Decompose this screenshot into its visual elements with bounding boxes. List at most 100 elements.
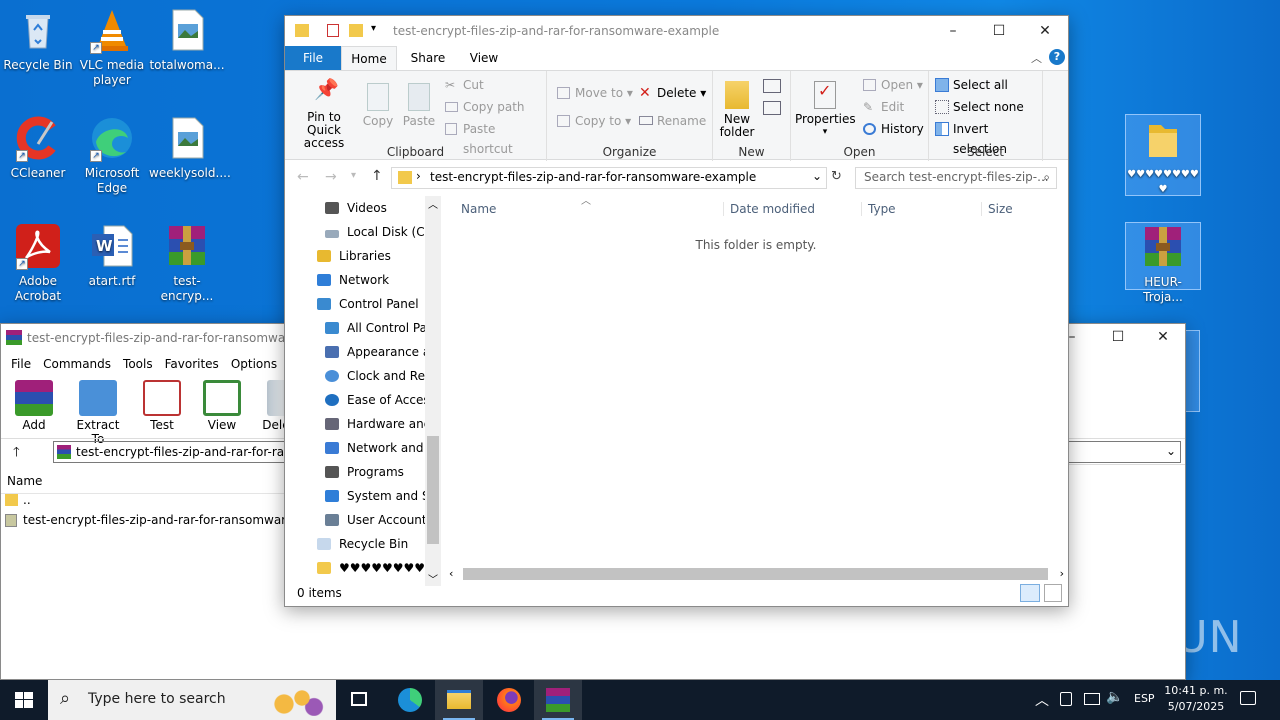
list-item[interactable]: test-encrypt-files-zip-and-rar-for-ranso… [5, 510, 312, 530]
extract-to-button[interactable]: Extract To [71, 376, 125, 446]
nav-item-all-control-panel[interactable]: All Control Par [325, 316, 425, 340]
new-folder-button[interactable]: New folder [715, 81, 759, 139]
desktop-icon-weeklysold[interactable]: weeklysold.... [149, 114, 231, 181]
task-view-button[interactable] [336, 680, 384, 720]
copy-button[interactable]: Copy [361, 83, 395, 128]
scroll-left-icon[interactable]: ‹ [449, 567, 453, 580]
nav-item-control-panel[interactable]: Control Panel [317, 292, 419, 316]
new-folder-quick-icon[interactable] [349, 24, 363, 37]
explorer-titlebar[interactable]: ▾ test-encrypt-files-zip-and-rar-for-ran… [285, 16, 1068, 46]
explorer-window[interactable]: ▾ test-encrypt-files-zip-and-rar-for-ran… [284, 15, 1069, 607]
copy-path-button[interactable]: Copy path [445, 97, 525, 117]
invert-selection-button[interactable]: Invert selection [935, 119, 1042, 156]
file-list[interactable]: ︿ Name Date modified Type Size This fold… [441, 196, 1068, 586]
column-header-name[interactable]: Name [461, 202, 496, 216]
address-field[interactable]: › test-encrypt-files-zip-and-rar-for-ran… [391, 167, 827, 189]
paste-shortcut-button[interactable]: Paste shortcut [445, 119, 546, 156]
recent-locations-icon[interactable]: ▾ [351, 170, 356, 181]
taskbar-winrar[interactable] [534, 680, 582, 720]
test-button[interactable]: Test [139, 376, 185, 434]
desktop-icon-heur-trojan[interactable]: HEUR-Troja... [1125, 222, 1201, 304]
address-dropdown-icon[interactable]: ⌄ [812, 169, 822, 183]
start-button[interactable] [0, 680, 48, 720]
pin-quick-access-button[interactable]: 📌 Pin to Quick access [289, 79, 359, 150]
nav-item-hearts-folder[interactable]: ♥♥♥♥♥♥♥♥♥ [317, 556, 436, 580]
column-header-type[interactable]: Type [861, 202, 896, 216]
tab-view[interactable]: View [457, 46, 511, 70]
open-button[interactable]: Open ▾ [863, 75, 923, 95]
column-name[interactable]: Name [7, 474, 42, 488]
chevron-down-icon[interactable]: ⌄ [1166, 444, 1176, 458]
desktop-icon-edge[interactable]: ↗ Microsoft Edge [74, 114, 150, 196]
scroll-up-icon[interactable]: ︿ [428, 196, 438, 211]
desktop-icon-vlc[interactable]: ↗ VLC media player [74, 6, 150, 88]
cut-button[interactable]: ✂ Cut [445, 75, 484, 95]
edit-button[interactable]: ✎ Edit [863, 97, 904, 117]
select-all-button[interactable]: Select all [935, 75, 1008, 95]
desktop-icon-acrobat[interactable]: ↗ Adobe Acrobat [0, 222, 76, 304]
view-button[interactable]: View [199, 376, 245, 434]
up-arrow-icon[interactable]: ↑ [371, 168, 383, 184]
nav-item-ease-of-access[interactable]: Ease of Access [325, 388, 425, 412]
collapse-ribbon-icon[interactable]: ︿ [1031, 50, 1042, 66]
history-button[interactable]: History [863, 119, 924, 139]
list-item[interactable]: .. [5, 490, 31, 510]
nav-item-hardware[interactable]: Hardware and [325, 412, 425, 436]
tab-home[interactable]: Home [341, 46, 397, 70]
nav-item-clock-region[interactable]: Clock and Regi [325, 364, 425, 388]
desktop-icon-hearts-folder[interactable]: ♥♥♥♥♥♥♥♥♥ [1125, 114, 1201, 196]
maximize-icon[interactable]: ☐ [976, 16, 1022, 46]
taskbar-edge[interactable] [386, 680, 434, 720]
nav-item-network-internet[interactable]: Network and In [325, 436, 425, 460]
forward-arrow-icon[interactable]: → [325, 169, 337, 185]
maximize-icon[interactable]: ☐ [1095, 324, 1141, 352]
show-hidden-icons-chevron-icon[interactable]: ︿ [1035, 690, 1049, 710]
nav-item-recycle-bin[interactable]: Recycle Bin [317, 532, 408, 556]
refresh-icon[interactable]: ↻ [831, 169, 842, 184]
taskbar-firefox[interactable] [485, 680, 533, 720]
nav-item-local-disk[interactable]: Local Disk (C:) [325, 220, 433, 244]
input-language[interactable]: ESP [1134, 692, 1155, 705]
tab-share[interactable]: Share [401, 46, 455, 70]
nav-item-system-security[interactable]: System and Sec [325, 484, 425, 508]
new-item-icon[interactable] [763, 79, 781, 93]
desktop-icon-totalwoma[interactable]: totalwoma... [149, 6, 225, 73]
nav-item-libraries[interactable]: Libraries [317, 244, 391, 268]
select-none-button[interactable]: Select none [935, 97, 1024, 117]
nav-scrollbar[interactable]: ︿ ﹀ [425, 196, 441, 586]
column-header-date[interactable]: Date modified [723, 202, 815, 216]
rename-button[interactable]: Rename [639, 111, 706, 131]
help-icon[interactable]: ? [1049, 49, 1065, 65]
menu-favorites[interactable]: Favorites [159, 357, 225, 371]
nav-item-videos[interactable]: Videos [325, 196, 387, 220]
taskbar-file-explorer[interactable] [435, 680, 483, 720]
menu-options[interactable]: Options [225, 357, 283, 371]
details-view-icon[interactable] [1020, 584, 1040, 602]
volume-icon[interactable]: 🔈 [1106, 689, 1123, 705]
scroll-right-icon[interactable]: › [1060, 567, 1064, 580]
easy-access-icon[interactable] [763, 101, 781, 115]
up-arrow-icon[interactable]: 🡑 [13, 443, 20, 465]
close-icon[interactable]: ✕ [1022, 16, 1068, 46]
nav-item-programs[interactable]: Programs [325, 460, 425, 484]
nav-item-appearance[interactable]: Appearance an [325, 340, 425, 364]
close-icon[interactable]: ✕ [1140, 324, 1185, 352]
menu-tools[interactable]: Tools [117, 357, 159, 371]
large-icons-view-icon[interactable] [1044, 584, 1062, 602]
search-input[interactable]: Search test-encrypt-files-zip-... ⌕ [855, 167, 1057, 189]
taskbar-search-box[interactable]: ⌕ Type here to search [48, 680, 336, 720]
add-button[interactable]: Add [11, 376, 57, 434]
properties-button[interactable]: ✓ Properties ▾ [795, 81, 856, 139]
network-icon[interactable] [1084, 693, 1100, 705]
device-icon[interactable] [1060, 692, 1072, 706]
delete-button[interactable]: ✕ Delete ▾ [639, 83, 706, 103]
hscroll-thumb[interactable] [463, 568, 1048, 580]
desktop-icon-test-encryp[interactable]: test-encryp... [149, 222, 225, 304]
desktop-icon-atart[interactable]: W atart.rtf [74, 222, 150, 289]
paste-button[interactable]: Paste [401, 83, 437, 128]
minimize-icon[interactable]: – [930, 16, 976, 46]
back-arrow-icon[interactable]: ← [297, 169, 309, 185]
menu-commands[interactable]: Commands [37, 357, 117, 371]
column-header-size[interactable]: Size [981, 202, 1013, 216]
nav-item-network[interactable]: Network [317, 268, 389, 292]
